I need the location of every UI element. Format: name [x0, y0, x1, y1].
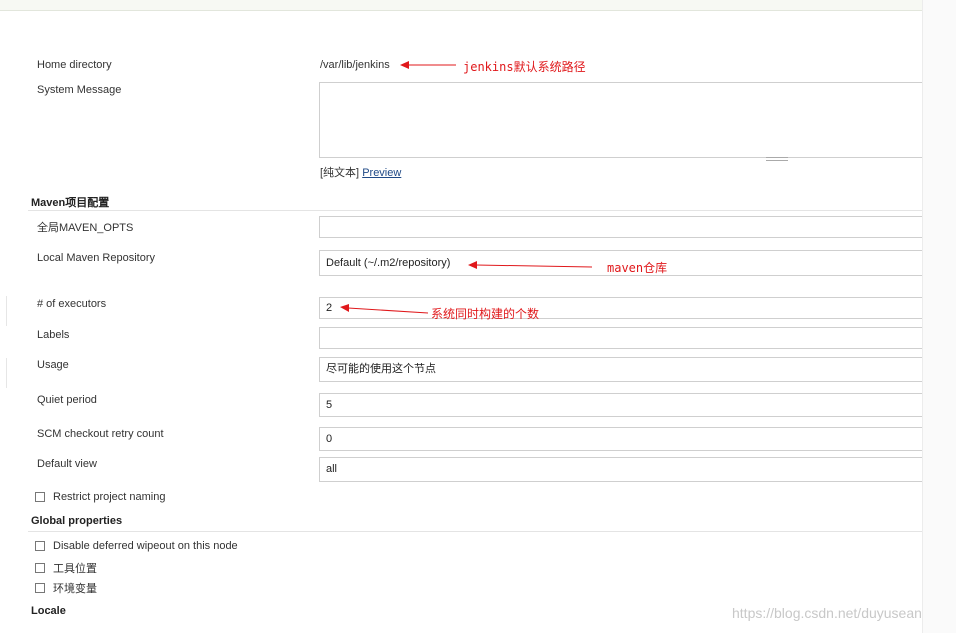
home-directory-value: /var/lib/jenkins: [320, 59, 390, 71]
labels-input[interactable]: [319, 327, 922, 349]
local-maven-repo-label: Local Maven Repository: [37, 252, 156, 264]
section-divider: [28, 531, 922, 532]
home-directory-label: Home directory: [37, 59, 112, 71]
disable-wipeout-label: Disable deferred wipeout on this node: [53, 540, 238, 552]
system-message-textarea[interactable]: [319, 82, 922, 158]
top-bar: [0, 0, 922, 11]
default-view-select[interactable]: all: [319, 457, 922, 482]
global-properties-title: Global properties: [31, 515, 123, 527]
default-view-label: Default view: [37, 458, 97, 470]
quiet-period-input[interactable]: 5: [319, 393, 922, 417]
scm-retry-input[interactable]: 0: [319, 427, 922, 451]
syntax-prefix: [纯文本]: [320, 167, 360, 179]
section-divider: [28, 210, 922, 211]
labels-label: Labels: [37, 329, 70, 341]
left-margin-mark: [6, 358, 7, 388]
maven-section-title: Maven项目配置: [31, 197, 110, 209]
watermark: https://blog.csdn.net/duyusean: [732, 605, 922, 621]
maven-opts-input[interactable]: [319, 216, 922, 238]
executors-annotation-arrow: [340, 304, 429, 314]
maven-annotation: maven仓库: [607, 261, 668, 275]
tool-locations-label: 工具位置: [53, 563, 97, 575]
executors-label: # of executors: [37, 298, 107, 310]
restrict-naming-checkbox[interactable]: [35, 492, 45, 502]
home-annotation: jenkins默认系统路径: [463, 60, 586, 74]
quiet-period-label: Quiet period: [37, 394, 97, 406]
locale-title: Locale: [31, 605, 66, 617]
usage-select[interactable]: 尽可能的使用这个节点: [319, 357, 922, 382]
scm-retry-label: SCM checkout retry count: [37, 428, 164, 440]
system-message-label: System Message: [37, 84, 122, 96]
home-annotation-arrow: [400, 61, 456, 69]
syntax-hint: [纯文本] Preview: [320, 164, 401, 180]
maven-annotation-arrow: [468, 261, 593, 269]
tool-locations-row[interactable]: 工具位置: [35, 561, 97, 575]
restrict-naming-row[interactable]: Restrict project naming: [35, 490, 166, 504]
executors-annotation: 系统同时构建的个数: [431, 307, 540, 321]
env-vars-row[interactable]: 环境变量: [35, 581, 97, 595]
restrict-naming-label: Restrict project naming: [53, 491, 166, 503]
maven-opts-label: 全局MAVEN_OPTS: [37, 222, 134, 234]
disable-wipeout-row[interactable]: Disable deferred wipeout on this node: [35, 539, 238, 553]
disable-wipeout-checkbox[interactable]: [35, 541, 45, 551]
right-gutter: [922, 0, 956, 633]
tool-locations-checkbox[interactable]: [35, 563, 45, 573]
left-margin-mark: [6, 296, 7, 326]
usage-label: Usage: [37, 359, 69, 371]
textarea-resize-grip[interactable]: [766, 157, 788, 161]
env-vars-checkbox[interactable]: [35, 583, 45, 593]
preview-link[interactable]: Preview: [362, 167, 401, 179]
env-vars-label: 环境变量: [53, 583, 97, 595]
